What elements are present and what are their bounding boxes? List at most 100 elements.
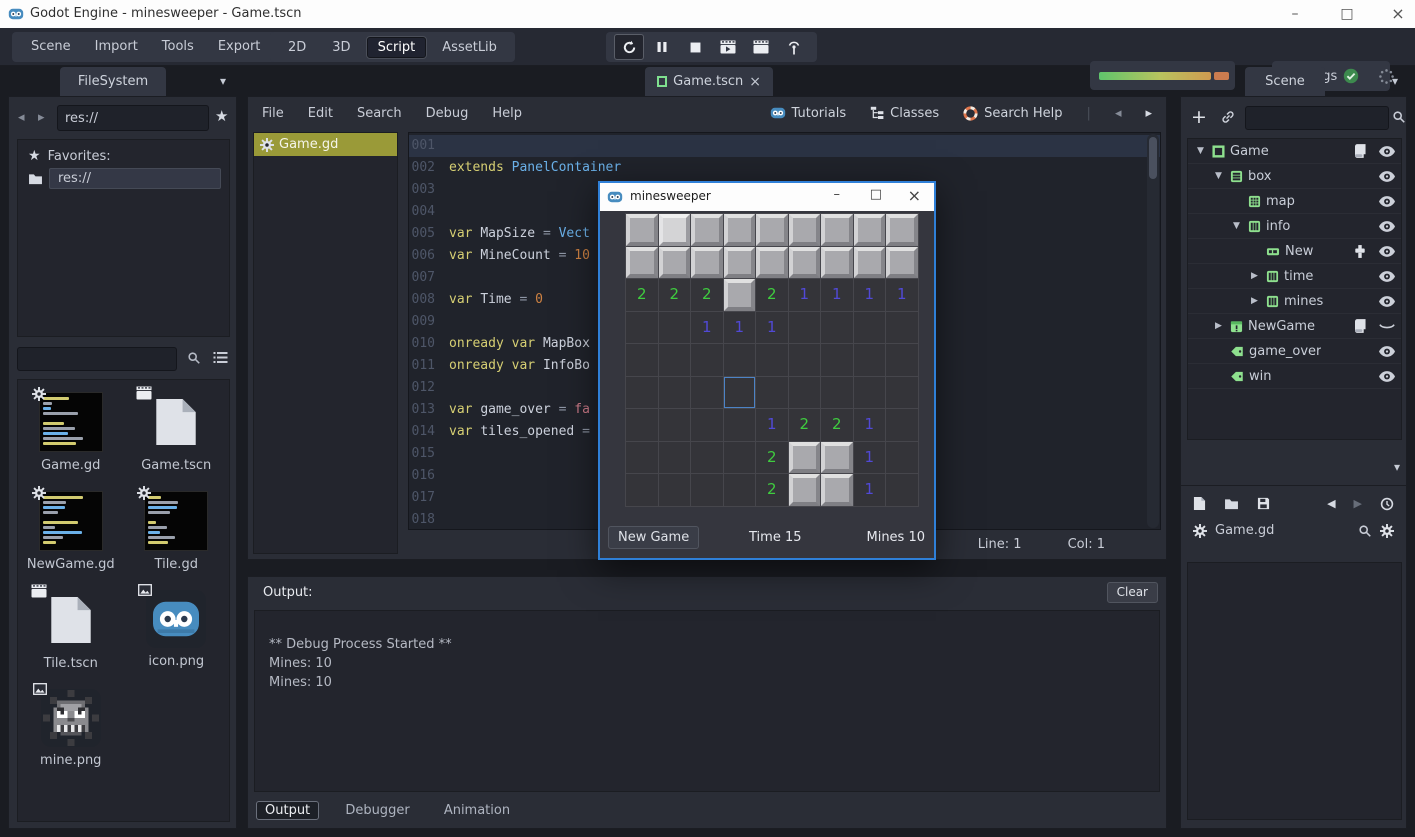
menu-file[interactable]: File xyxy=(262,106,284,121)
scene-node-box[interactable]: ▼box xyxy=(1188,164,1401,189)
nav-back-icon[interactable]: ◂ xyxy=(18,110,25,125)
tile-unopened[interactable] xyxy=(789,474,821,506)
tile-number-1[interactable]: 1 xyxy=(691,312,723,344)
tile-number-1[interactable]: 1 xyxy=(886,279,918,311)
tile-opened[interactable] xyxy=(756,377,788,409)
tile-opened[interactable] xyxy=(821,377,853,409)
tab-2d[interactable]: 2D xyxy=(278,38,316,57)
tab-3d[interactable]: 3D xyxy=(322,38,360,57)
tile-unopened[interactable] xyxy=(626,214,658,246)
tab-animation[interactable]: Animation xyxy=(436,802,518,819)
clear-button[interactable]: Clear xyxy=(1107,582,1158,603)
history-icon[interactable] xyxy=(1380,497,1394,511)
scene-node-NewGame[interactable]: ▶NewGame xyxy=(1188,314,1401,339)
scene-node-info[interactable]: ▼info xyxy=(1188,214,1401,239)
script-forward-icon[interactable]: ▸ xyxy=(1145,106,1152,121)
stop-button[interactable] xyxy=(680,34,710,60)
tile-focused[interactable] xyxy=(724,377,756,409)
tile-number-1[interactable]: 1 xyxy=(756,409,788,441)
load-resource-icon[interactable] xyxy=(1224,498,1239,510)
tile-opened[interactable] xyxy=(724,409,756,441)
tile-opened[interactable] xyxy=(626,442,658,474)
tile-opened[interactable] xyxy=(886,377,918,409)
tile-opened[interactable] xyxy=(724,442,756,474)
tab-assetlib[interactable]: AssetLib xyxy=(432,38,507,57)
visibility-eye-icon[interactable] xyxy=(1379,346,1395,357)
tile-opened[interactable] xyxy=(659,312,691,344)
visibility-eye-icon[interactable] xyxy=(1379,271,1395,282)
file-Tile.gd[interactable]: Tile.gd xyxy=(126,491,226,572)
script-back-icon[interactable]: ◂ xyxy=(1115,106,1122,121)
visibility-eye-icon[interactable] xyxy=(1379,196,1395,207)
tile-unopened[interactable] xyxy=(756,214,788,246)
tile-unopened[interactable] xyxy=(659,247,691,279)
tile-opened[interactable] xyxy=(659,409,691,441)
tile-number-2[interactable]: 2 xyxy=(821,409,853,441)
classes-link[interactable]: Classes xyxy=(870,106,939,121)
tile-number-1[interactable]: 1 xyxy=(854,409,886,441)
save-resource-icon[interactable] xyxy=(1257,497,1270,510)
remote-deploy-button[interactable] xyxy=(779,34,809,60)
tile-opened[interactable] xyxy=(756,344,788,376)
tab-close-icon[interactable]: × xyxy=(749,74,761,90)
path-field[interactable]: res:// xyxy=(57,105,209,131)
menu-help[interactable]: Help xyxy=(492,106,522,121)
tile-opened[interactable] xyxy=(659,344,691,376)
tab-debugger[interactable]: Debugger xyxy=(337,802,417,819)
expand-arrow-icon[interactable]: ▶ xyxy=(1248,271,1261,281)
code-scroll-thumb[interactable] xyxy=(1149,137,1157,179)
tile-unopened[interactable] xyxy=(789,214,821,246)
tile-number-1[interactable]: 1 xyxy=(789,279,821,311)
history-back-icon[interactable]: ◀ xyxy=(1327,497,1335,510)
tile-opened[interactable] xyxy=(691,442,723,474)
scene-node-time[interactable]: ▶time xyxy=(1188,264,1401,289)
tile-number-1[interactable]: 1 xyxy=(724,312,756,344)
minesweeper-grid[interactable]: 2222111111112212121 xyxy=(625,213,919,507)
tile-opened[interactable] xyxy=(886,442,918,474)
new-resource-icon[interactable] xyxy=(1193,496,1206,511)
ms-close-button[interactable]: × xyxy=(908,186,921,205)
file-Tile.tscn[interactable]: Tile.tscn xyxy=(21,590,121,671)
tile-opened[interactable] xyxy=(659,442,691,474)
scene-panel-tab[interactable]: Scene xyxy=(1245,67,1325,96)
tile-number-2[interactable]: 2 xyxy=(691,279,723,311)
tile-opened[interactable] xyxy=(821,344,853,376)
add-node-button[interactable]: + xyxy=(1191,106,1207,128)
tile-unopened[interactable] xyxy=(886,214,918,246)
tab-output[interactable]: Output xyxy=(256,801,319,820)
nav-forward-icon[interactable]: ▸ xyxy=(38,110,45,125)
menu-edit[interactable]: Edit xyxy=(308,106,333,121)
tile-unopened-hover[interactable] xyxy=(659,214,691,246)
ms-maximize-button[interactable]: □ xyxy=(870,187,882,202)
list-view-icon[interactable] xyxy=(213,351,228,364)
tile-opened[interactable] xyxy=(691,474,723,506)
play-scene-button[interactable] xyxy=(713,34,743,60)
tile-number-1[interactable]: 1 xyxy=(854,474,886,506)
script-badge-icon[interactable] xyxy=(1355,319,1366,333)
tile-opened[interactable] xyxy=(724,474,756,506)
tile-opened[interactable] xyxy=(626,377,658,409)
tile-number-2[interactable]: 2 xyxy=(626,279,658,311)
tile-unopened[interactable] xyxy=(789,247,821,279)
tile-unopened[interactable] xyxy=(724,247,756,279)
scene-file-tab[interactable]: Game.tscn × xyxy=(645,67,773,96)
scene-node-mines[interactable]: ▶mines xyxy=(1188,289,1401,314)
menu-debug[interactable]: Debug xyxy=(426,106,469,121)
expand-arrow-icon[interactable]: ▶ xyxy=(1212,321,1225,331)
visibility-eye-icon[interactable] xyxy=(1379,371,1395,382)
tile-opened[interactable] xyxy=(789,312,821,344)
tile-unopened[interactable] xyxy=(821,214,853,246)
tile-number-2[interactable]: 2 xyxy=(756,474,788,506)
filesystem-panel-tab[interactable]: FileSystem xyxy=(60,67,166,96)
tile-opened[interactable] xyxy=(854,377,886,409)
search-help-link[interactable]: Search Help xyxy=(963,106,1062,121)
tile-opened[interactable] xyxy=(626,474,658,506)
scene-search-icon[interactable] xyxy=(1392,110,1406,124)
tile-opened[interactable] xyxy=(724,344,756,376)
tile-number-1[interactable]: 1 xyxy=(821,279,853,311)
tile-opened[interactable] xyxy=(659,377,691,409)
tile-opened[interactable] xyxy=(626,409,658,441)
file-mine.png[interactable]: mine.png xyxy=(21,689,121,768)
history-forward-icon[interactable]: ▶ xyxy=(1354,497,1362,510)
tile-unopened[interactable] xyxy=(821,442,853,474)
